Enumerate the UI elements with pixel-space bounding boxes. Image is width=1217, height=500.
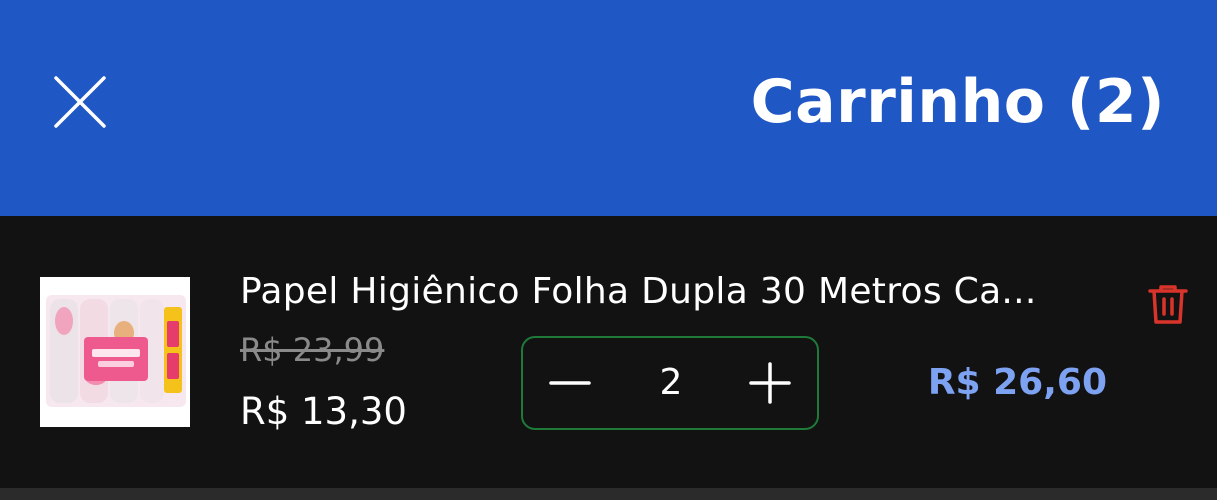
product-name[interactable]: Papel Higiênico Folha Dupla 30 Metros Ca… <box>240 268 1100 316</box>
cart-item-list: Papel Higiênico Folha Dupla 30 Metros Ca… <box>0 216 1217 500</box>
decrease-quantity-button[interactable] <box>545 358 595 408</box>
product-image <box>40 277 190 427</box>
cart-item: Papel Higiênico Folha Dupla 30 Metros Ca… <box>0 216 1217 488</box>
toilet-paper-pack-image <box>40 277 190 427</box>
quantity-value: 2 <box>659 362 683 403</box>
remove-item-button[interactable] <box>1146 282 1190 326</box>
increase-quantity-button[interactable] <box>745 358 795 408</box>
cart-header: Carrinho (2) <box>0 0 1217 216</box>
item-total-price: R$ 26,60 <box>927 362 1107 403</box>
item-divider <box>0 488 1217 500</box>
close-button[interactable] <box>50 72 110 132</box>
close-icon <box>54 76 106 128</box>
product-old-price: R$ 23,99 <box>240 331 385 369</box>
trash-icon <box>1148 285 1188 324</box>
minus-icon <box>549 381 591 385</box>
quantity-stepper: 2 <box>521 336 819 430</box>
cart-title: Carrinho (2) <box>750 67 1165 137</box>
plus-icon <box>749 362 791 404</box>
product-unit-price: R$ 13,30 <box>240 390 407 433</box>
